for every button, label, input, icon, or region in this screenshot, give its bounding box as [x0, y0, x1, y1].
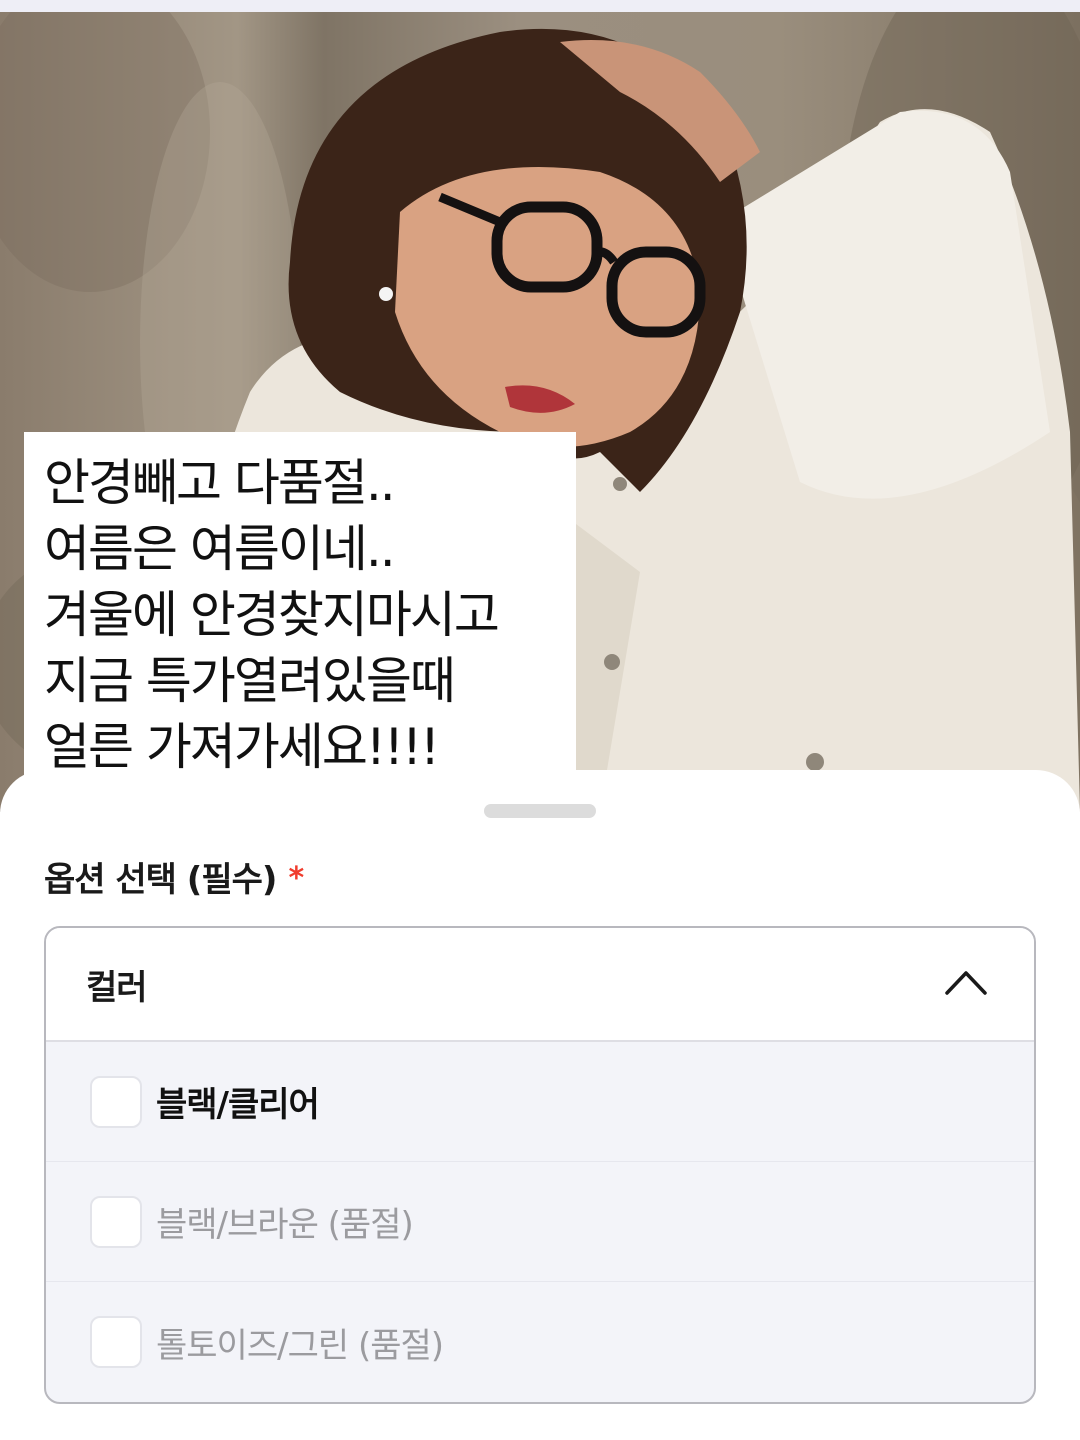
option-label: 톨토이즈/그린 (품절)	[156, 1325, 444, 1366]
color-dropdown-header[interactable]: 컬러	[46, 928, 1034, 1042]
caption-line: 지금 특가열려있을때	[44, 652, 456, 710]
option-checkbox[interactable]	[90, 1075, 142, 1128]
option-bottom-sheet: 옵션 선택 (필수) * 컬러 블랙/클리어 블랙/브라운 (품절) 톨토이즈/…	[0, 770, 1080, 1440]
product-photo: 안경빼고 다품절.. 여름은 여름이네.. 겨울에 안경찾지마시고 지금 특가열…	[0, 12, 1080, 812]
required-asterisk-icon: *	[288, 861, 304, 896]
option-item[interactable]: 블랙/클리어	[46, 1042, 1034, 1162]
option-label: 블랙/브라운 (품절)	[156, 1205, 414, 1245]
option-checkbox[interactable]	[90, 1316, 142, 1368]
drag-handle[interactable]	[484, 804, 596, 818]
option-label: 블랙/클리어	[156, 1085, 320, 1125]
caption-line: 여름은 여름이네..	[44, 520, 396, 578]
screen: 안경빼고 다품절.. 여름은 여름이네.. 겨울에 안경찾지마시고 지금 특가열…	[0, 0, 1080, 1440]
option-item[interactable]: 톨토이즈/그린 (품절)	[46, 1282, 1034, 1402]
caption-line: 겨울에 안경찾지마시고	[44, 586, 500, 644]
option-item[interactable]: 블랙/브라운 (품절)	[46, 1162, 1034, 1282]
status-strip	[0, 0, 1080, 12]
color-dropdown: 컬러 블랙/클리어 블랙/브라운 (품절) 톨토이즈/그린 (품절)	[44, 926, 1036, 1404]
chevron-up-icon[interactable]	[944, 968, 988, 996]
option-title-label: 옵션 선택 (필수)	[44, 860, 277, 900]
option-checkbox[interactable]	[90, 1195, 142, 1248]
dropdown-label: 컬러	[86, 967, 148, 1008]
option-section-title: 옵션 선택 (필수) *	[44, 852, 304, 901]
caption-box: 안경빼고 다품절.. 여름은 여름이네.. 겨울에 안경찾지마시고 지금 특가열…	[24, 432, 576, 804]
caption-line: 안경빼고 다품절..	[44, 454, 396, 512]
